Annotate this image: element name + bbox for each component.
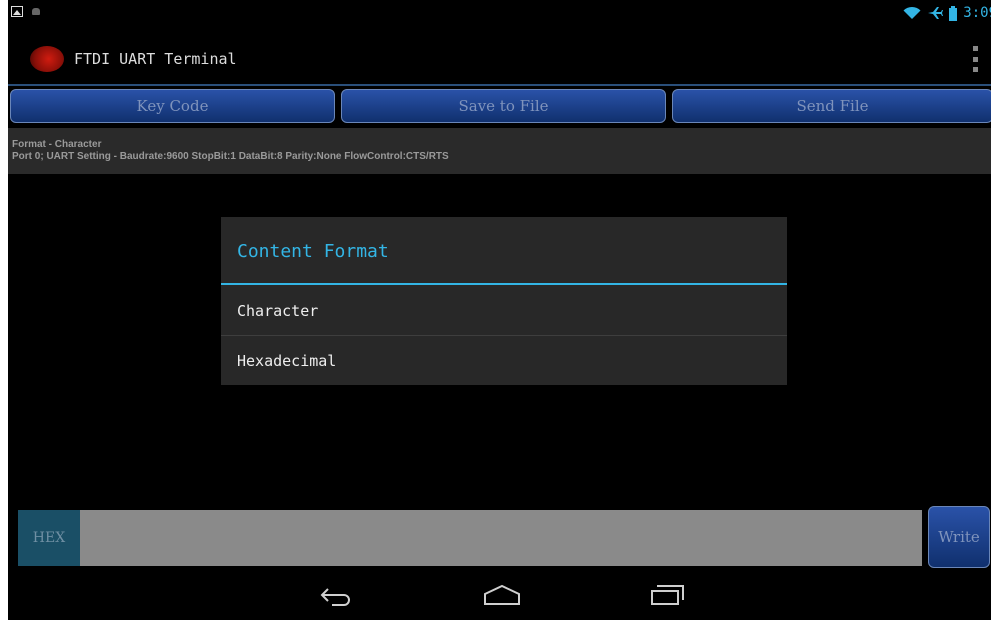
save-to-file-button[interactable]: Save to File xyxy=(341,89,666,123)
device-screen: 3:09 FTDI UART Terminal Key Code Save to… xyxy=(8,0,991,620)
option-character[interactable]: Character xyxy=(221,287,787,335)
recent-apps-icon[interactable] xyxy=(648,582,688,608)
hex-mode-label[interactable]: HEX xyxy=(18,510,80,566)
option-hexadecimal[interactable]: Hexadecimal xyxy=(221,337,787,385)
action-bar: FTDI UART Terminal xyxy=(8,36,991,86)
app-title: FTDI UART Terminal xyxy=(74,50,237,68)
port-settings-line: Port 0; UART Setting - Baudrate:9600 Sto… xyxy=(12,151,449,162)
airplane-icon xyxy=(928,7,944,19)
overflow-menu-icon[interactable] xyxy=(973,46,979,72)
dialog-title: Content Format xyxy=(237,241,389,262)
status-bar: 3:09 xyxy=(8,0,991,26)
image-notification-icon xyxy=(11,6,23,17)
home-icon[interactable] xyxy=(482,582,522,608)
option-divider xyxy=(221,335,787,336)
android-notification-icon xyxy=(32,8,40,15)
navigation-bar xyxy=(8,570,991,620)
status-right: 3:09 xyxy=(903,4,991,22)
write-button[interactable]: Write xyxy=(928,506,990,568)
send-file-button[interactable]: Send File xyxy=(672,89,991,123)
content-format-dialog: Content Format Character Hexadecimal xyxy=(221,217,787,385)
wifi-icon xyxy=(903,6,921,19)
battery-icon xyxy=(949,5,958,21)
write-data-input[interactable] xyxy=(80,510,922,566)
input-row: HEX Write xyxy=(18,506,991,568)
toolbar: Key Code Save to File Send File xyxy=(10,89,991,125)
format-line: Format - Character xyxy=(12,139,102,150)
back-icon[interactable] xyxy=(316,582,356,608)
app-logo-icon xyxy=(30,46,64,72)
key-code-button[interactable]: Key Code xyxy=(10,89,335,123)
dialog-title-divider xyxy=(221,283,787,285)
status-time: 3:09 xyxy=(963,5,991,21)
uart-info-panel: Format - Character Port 0; UART Setting … xyxy=(8,128,991,174)
